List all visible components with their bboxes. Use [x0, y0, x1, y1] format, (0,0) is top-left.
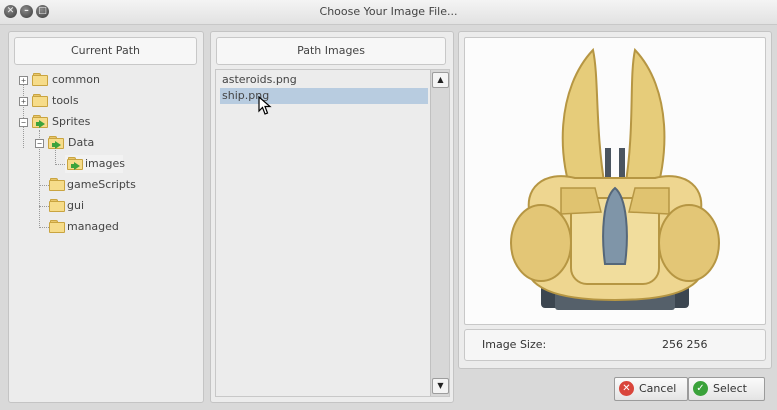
cancel-button-label: Cancel [639, 382, 677, 395]
image-preview [464, 37, 766, 325]
path-images-panel: Path Images asteroids.png ship.png ▲ ▼ [210, 31, 454, 403]
cancel-icon: ✕ [619, 381, 634, 396]
open-folder-icon [67, 157, 83, 170]
tree-connector [55, 150, 56, 165]
tree-node-label: Sprites [52, 115, 91, 128]
collapse-icon[interactable]: − [35, 139, 44, 148]
path-images-header: Path Images [216, 37, 446, 65]
window-title: Choose Your Image File... [319, 5, 458, 18]
image-size-box: Image Size: 256 256 [464, 329, 766, 361]
select-button[interactable]: ✓ Select [688, 377, 765, 401]
expand-icon[interactable]: + [19, 76, 28, 85]
tree-node-tools[interactable]: + tools [15, 92, 195, 110]
tree-node-sprites[interactable]: − Sprites [15, 113, 195, 131]
tree-node-label: tools [52, 94, 79, 107]
scroll-up-arrow-icon[interactable]: ▲ [432, 72, 449, 88]
vertical-scrollbar[interactable]: ▲ ▼ [430, 70, 449, 396]
open-folder-icon [32, 115, 48, 128]
image-preview-panel: Image Size: 256 256 [458, 31, 772, 369]
tree-node-label: Data [68, 136, 95, 149]
tree-connector [55, 164, 65, 165]
image-size-value: 256 256 [662, 338, 708, 351]
tree-node-images[interactable]: images [65, 155, 125, 173]
title-bar: ✕ – □ Choose Your Image File... [0, 0, 777, 25]
tree-node-managed[interactable]: managed [47, 218, 195, 236]
tree-node-label: common [52, 73, 100, 86]
open-folder-icon [48, 136, 64, 149]
tree-node-common[interactable]: + common [15, 71, 195, 89]
file-item-asteroids[interactable]: asteroids.png [220, 72, 428, 88]
scroll-down-arrow-icon[interactable]: ▼ [432, 378, 449, 394]
folder-icon [49, 178, 65, 191]
tree-node-label: images [85, 157, 125, 170]
tree-node-gamescripts[interactable]: gameScripts [47, 176, 195, 194]
mouse-cursor-icon [258, 96, 272, 115]
file-item-ship[interactable]: ship.png [220, 88, 428, 104]
spaceship-sprite-image [510, 47, 720, 310]
current-path-header: Current Path [14, 37, 197, 65]
image-file-list[interactable]: asteroids.png ship.png ▲ ▼ [215, 69, 450, 397]
file-item-label: asteroids.png [222, 73, 297, 86]
current-path-panel: Current Path + common + tools − Sprites … [8, 31, 204, 403]
tree-node-label: managed [67, 220, 119, 233]
folder-icon [49, 220, 65, 233]
cancel-button[interactable]: ✕ Cancel [614, 377, 688, 401]
folder-icon [49, 199, 65, 212]
expand-icon[interactable]: + [19, 97, 28, 106]
folder-icon [32, 73, 48, 86]
checkmark-icon: ✓ [693, 381, 708, 396]
tree-node-data[interactable]: − Data [31, 134, 195, 152]
tree-node-label: gameScripts [67, 178, 136, 191]
tree-node-label: gui [67, 199, 85, 212]
select-button-label: Select [713, 382, 747, 395]
image-size-label: Image Size: [482, 338, 547, 351]
tree-node-gui[interactable]: gui [47, 197, 195, 215]
collapse-icon[interactable]: − [19, 118, 28, 127]
folder-icon [32, 94, 48, 107]
